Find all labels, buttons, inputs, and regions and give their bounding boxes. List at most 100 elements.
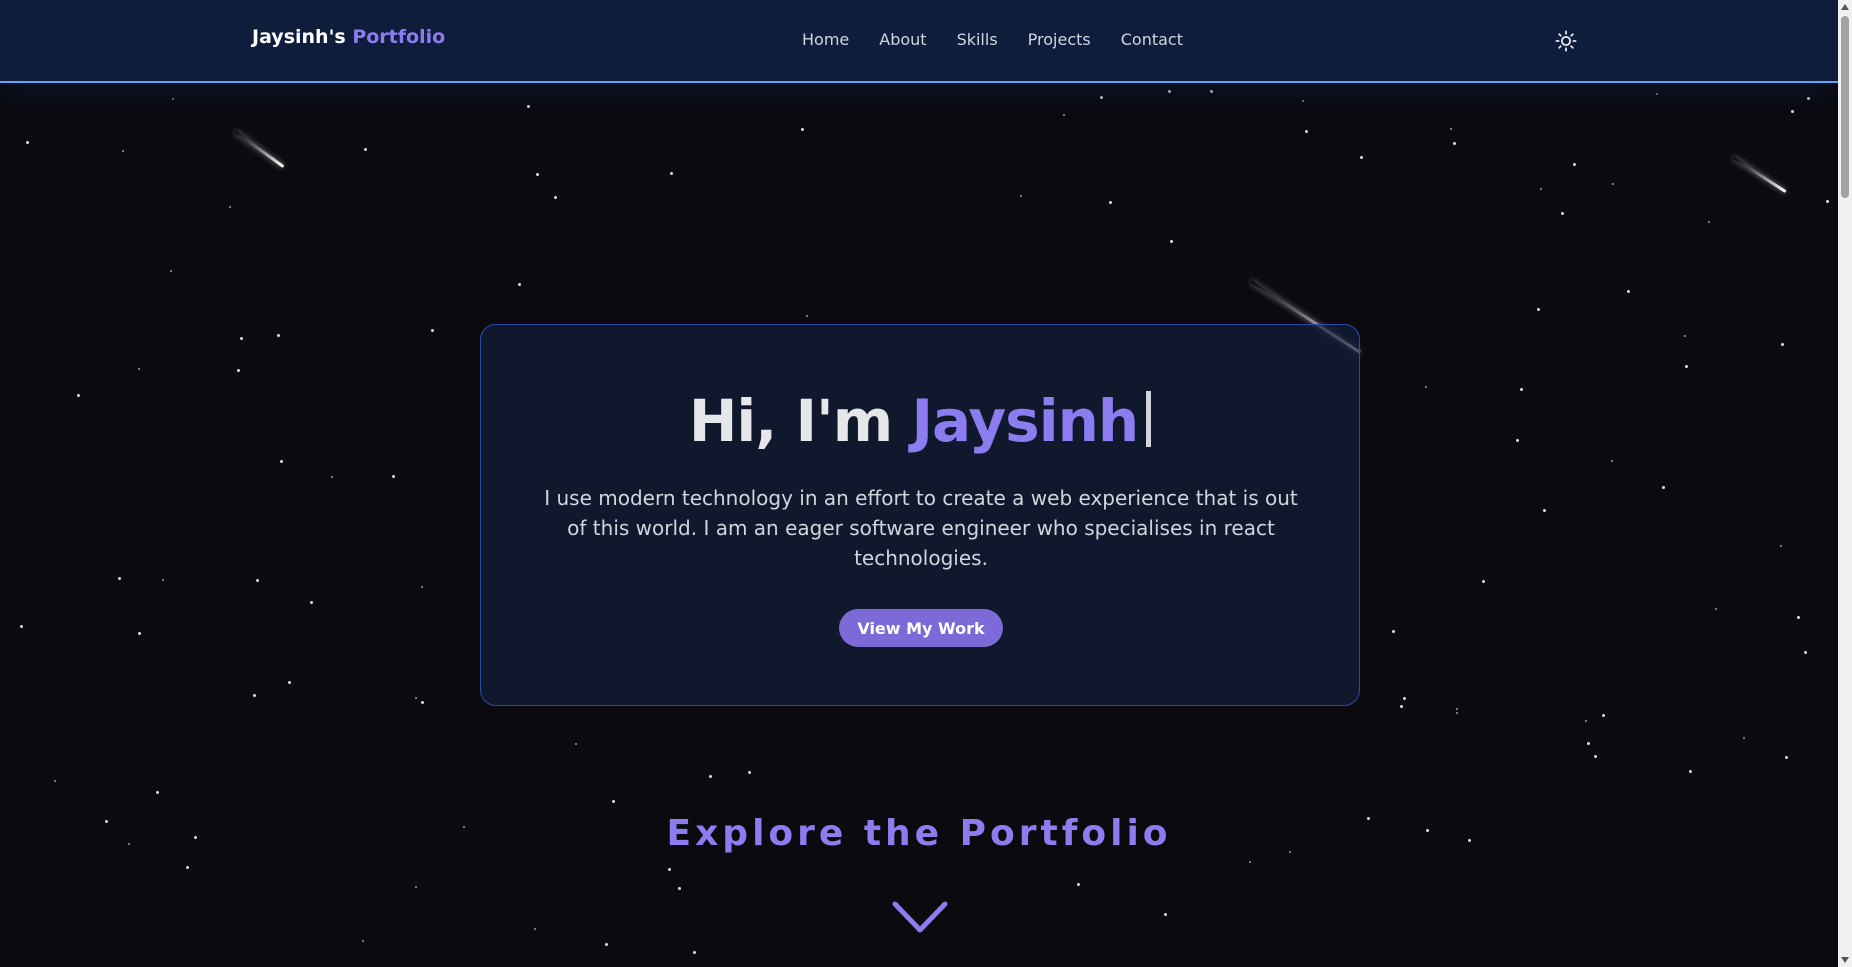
star: [536, 173, 539, 176]
chevron-down-icon[interactable]: [891, 900, 949, 936]
star: [1656, 93, 1658, 95]
star: [1785, 756, 1788, 759]
star: [54, 780, 56, 782]
theme-toggle-button[interactable]: [1554, 29, 1578, 53]
star: [1403, 697, 1406, 700]
star: [240, 337, 243, 340]
star: [1612, 183, 1614, 185]
star: [1543, 509, 1546, 512]
star: [678, 887, 681, 890]
hero-title: Hi, I'm Jaysinh: [481, 387, 1359, 455]
star: [1063, 114, 1065, 116]
star: [575, 743, 577, 745]
star: [1537, 308, 1540, 311]
star: [1425, 386, 1427, 388]
nav-link-projects[interactable]: Projects: [1028, 30, 1091, 49]
star: [1392, 630, 1395, 633]
star: [1450, 128, 1452, 130]
star: [1662, 486, 1665, 489]
star: [415, 697, 417, 699]
star: [1400, 705, 1403, 708]
star: [421, 701, 424, 704]
nav-link-home[interactable]: Home: [802, 30, 849, 49]
star: [26, 141, 29, 144]
brand-name: Jaysinh's: [252, 26, 346, 48]
star: [1164, 913, 1167, 916]
star: [1826, 200, 1829, 203]
star: [1540, 188, 1542, 190]
scroll-thumb[interactable]: [1841, 16, 1849, 198]
star: [237, 369, 240, 372]
hero-card: Hi, I'm Jaysinh I use modern technology …: [480, 324, 1360, 706]
star: [1807, 97, 1810, 100]
star: [612, 800, 615, 803]
scroll-up-arrow-icon[interactable]: [1838, 0, 1852, 14]
nav-link-contact[interactable]: Contact: [1121, 30, 1183, 49]
hero-description: I use modern technology in an effort to …: [544, 486, 1298, 570]
star: [362, 940, 364, 942]
sun-icon: [1555, 30, 1577, 52]
star: [392, 475, 395, 478]
star: [1249, 861, 1251, 863]
star: [1797, 616, 1800, 619]
star: [1456, 708, 1458, 710]
star: [20, 625, 23, 628]
star: [1689, 770, 1692, 773]
star: [1453, 142, 1456, 145]
star: [1168, 90, 1171, 93]
star: [1780, 545, 1782, 547]
star: [1100, 96, 1103, 99]
hero-greeting: Hi, I'm: [688, 387, 893, 455]
star: [162, 579, 164, 581]
star: [172, 98, 174, 100]
star: [229, 206, 231, 208]
star: [1602, 714, 1605, 717]
star: [1516, 439, 1519, 442]
hero-name: Jaysinh: [911, 387, 1139, 455]
scroll-down-arrow-icon[interactable]: [1838, 953, 1852, 967]
star: [122, 150, 124, 152]
star: [415, 886, 417, 888]
shooting-star: [234, 130, 285, 168]
star: [156, 791, 159, 794]
star: [256, 579, 259, 582]
star: [170, 270, 172, 272]
star: [1077, 883, 1080, 886]
nav-link-about[interactable]: About: [879, 30, 926, 49]
star: [1781, 343, 1784, 346]
star: [118, 577, 121, 580]
star: [364, 148, 367, 151]
nav-links: Home About Skills Projects Contact: [802, 30, 1213, 49]
star: [709, 775, 712, 778]
star: [668, 868, 671, 871]
star: [1685, 365, 1688, 368]
star: [801, 128, 804, 131]
star: [1360, 156, 1363, 159]
star: [806, 315, 808, 317]
star: [1743, 737, 1745, 739]
star: [1585, 720, 1587, 722]
star: [310, 601, 313, 604]
star: [1684, 335, 1686, 337]
star: [1170, 240, 1173, 243]
star: [1611, 460, 1613, 462]
brand-accent: Portfolio: [352, 26, 446, 48]
star: [1456, 712, 1458, 714]
star: [1791, 110, 1794, 113]
star: [1302, 100, 1304, 102]
star: [1627, 290, 1630, 293]
brand-logo[interactable]: Jaysinh's Portfolio: [252, 26, 445, 48]
navbar: Jaysinh's Portfolio Home About Skills Pr…: [0, 0, 1838, 83]
star: [1594, 755, 1597, 758]
star: [1561, 212, 1564, 215]
scrollbar[interactable]: [1838, 0, 1852, 967]
star: [518, 283, 521, 286]
view-my-work-button[interactable]: View My Work: [839, 609, 1003, 647]
star: [748, 771, 751, 774]
star: [186, 866, 189, 869]
star: [421, 586, 423, 588]
star: [288, 681, 291, 684]
shooting-star: [1732, 156, 1787, 194]
nav-link-skills[interactable]: Skills: [957, 30, 998, 49]
star: [670, 172, 673, 175]
